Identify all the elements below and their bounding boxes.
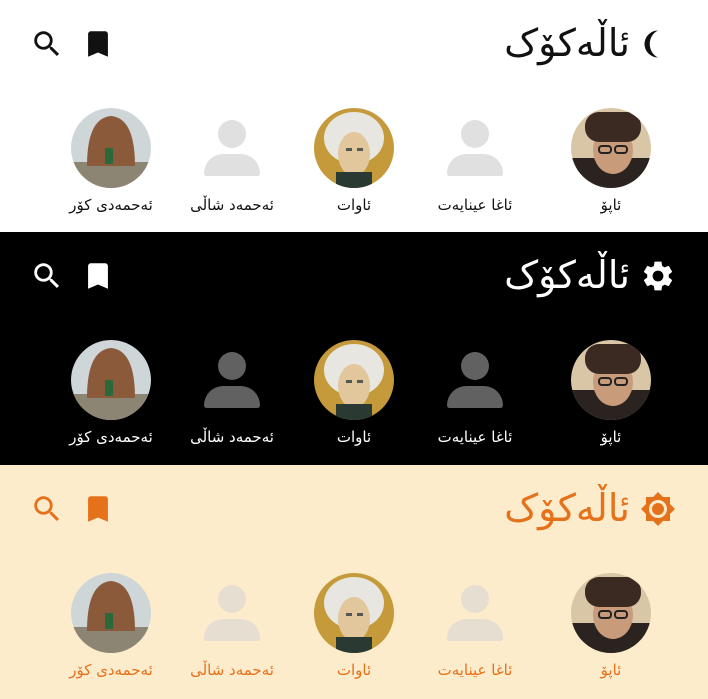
people-row: ئاپۆ ئاغا عینایەت ئاوات ئەحمەد شاڵی ئەحم… (0, 108, 708, 228)
bookmark-icon (88, 31, 108, 57)
list-item[interactable]: ئەحمەد شاڵی (162, 340, 302, 446)
avatar (435, 573, 515, 653)
avatar (192, 340, 272, 420)
app-title: ئاڵەکۆک (504, 253, 630, 297)
bookmark-button[interactable] (78, 489, 118, 529)
person-placeholder-icon (461, 120, 489, 148)
person-name: ئەحمەد شاڵی (190, 428, 274, 446)
list-item[interactable]: ئاپۆ (541, 573, 681, 679)
avatar (435, 340, 515, 420)
list-item[interactable]: ئاغا عینایەت (405, 108, 545, 214)
search-button[interactable] (27, 24, 67, 64)
bookmark-icon (88, 263, 108, 289)
person-name: ئەحمەدی کۆر (69, 661, 153, 679)
app-header: ئاڵەکۆک (0, 465, 708, 555)
list-item[interactable]: ئاوات (284, 340, 424, 446)
person-name: ئاغا عینایەت (437, 428, 513, 446)
theme-toggle-button[interactable] (640, 26, 676, 62)
app-title: ئاڵەکۆک (504, 21, 630, 65)
person-placeholder-icon (461, 585, 489, 613)
bookmark-icon (88, 496, 108, 522)
person-name: ئەحمەدی کۆر (69, 428, 153, 446)
sepia-theme-panel: ئاڵەکۆک ئاپۆ ئاغا عینایەت ئاوات ئەحمەد ش… (0, 465, 708, 699)
avatar (571, 573, 651, 653)
moon-icon (644, 30, 658, 58)
avatar (571, 108, 651, 188)
person-name: ئەحمەد شاڵی (190, 661, 274, 679)
list-item[interactable]: ئەحمەد شاڵی (162, 108, 302, 214)
list-item[interactable]: ئەحمەدی کۆر (41, 108, 181, 214)
avatar (314, 340, 394, 420)
bookmark-button[interactable] (78, 256, 118, 296)
person-name: ئاوات (336, 428, 372, 446)
person-name: ئاپۆ (600, 428, 622, 446)
dark-theme-panel: ئاڵەکۆک ئاپۆ ئاغا عینایەت ئاوات ئەحمەد ش… (0, 232, 708, 465)
theme-toggle-button[interactable] (640, 258, 676, 294)
person-name: ئاوات (336, 661, 372, 679)
search-icon (34, 496, 60, 522)
person-placeholder-body (447, 386, 503, 408)
list-item[interactable]: ئاوات (284, 108, 424, 214)
avatar (314, 108, 394, 188)
person-placeholder-icon (461, 352, 489, 380)
list-item[interactable]: ئەحمەدی کۆر (41, 340, 181, 446)
list-item[interactable]: ئاغا عینایەت (405, 340, 545, 446)
person-placeholder-body (204, 619, 260, 641)
person-name: ئاغا عینایەت (437, 196, 513, 214)
person-placeholder-icon (218, 585, 246, 613)
bookmark-button[interactable] (78, 24, 118, 64)
list-item[interactable]: ئاوات (284, 573, 424, 679)
person-placeholder-icon (218, 352, 246, 380)
people-row: ئاپۆ ئاغا عینایەت ئاوات ئەحمەد شاڵی ئەحم… (0, 573, 708, 693)
person-placeholder-body (447, 154, 503, 176)
list-item[interactable]: ئاپۆ (541, 108, 681, 214)
person-placeholder-body (204, 386, 260, 408)
person-name: ئەحمەدی کۆر (69, 196, 153, 214)
theme-toggle-button[interactable] (640, 491, 676, 527)
person-name: ئاغا عینایەت (437, 661, 513, 679)
list-item[interactable]: ئەحمەدی کۆر (41, 573, 181, 679)
person-name: ئاپۆ (600, 196, 622, 214)
sun-icon (641, 492, 675, 526)
avatar (314, 573, 394, 653)
person-name: ئاوات (336, 196, 372, 214)
avatar (71, 573, 151, 653)
list-item[interactable]: ئاپۆ (541, 340, 681, 446)
person-placeholder-body (447, 619, 503, 641)
app-title: ئاڵەکۆک (504, 486, 630, 530)
avatar (192, 108, 272, 188)
search-icon (34, 31, 60, 57)
search-button[interactable] (27, 489, 67, 529)
person-placeholder-body (204, 154, 260, 176)
search-icon (34, 263, 60, 289)
avatar (71, 108, 151, 188)
list-item[interactable]: ئاغا عینایەت (405, 573, 545, 679)
avatar (571, 340, 651, 420)
avatar (192, 573, 272, 653)
person-placeholder-icon (218, 120, 246, 148)
list-item[interactable]: ئەحمەد شاڵی (162, 573, 302, 679)
person-name: ئاپۆ (600, 661, 622, 679)
people-row: ئاپۆ ئاغا عینایەت ئاوات ئەحمەد شاڵی ئەحم… (0, 340, 708, 460)
light-theme-panel: ئاڵەکۆک ئاپۆ ئاغا عینایەت ئاوات ئەحمەد ش… (0, 0, 708, 232)
avatar (71, 340, 151, 420)
avatar (435, 108, 515, 188)
app-header: ئاڵەکۆک (0, 232, 708, 322)
gear-icon (643, 261, 673, 291)
person-name: ئەحمەد شاڵی (190, 196, 274, 214)
search-button[interactable] (27, 256, 67, 296)
app-header: ئاڵەکۆک (0, 0, 708, 90)
